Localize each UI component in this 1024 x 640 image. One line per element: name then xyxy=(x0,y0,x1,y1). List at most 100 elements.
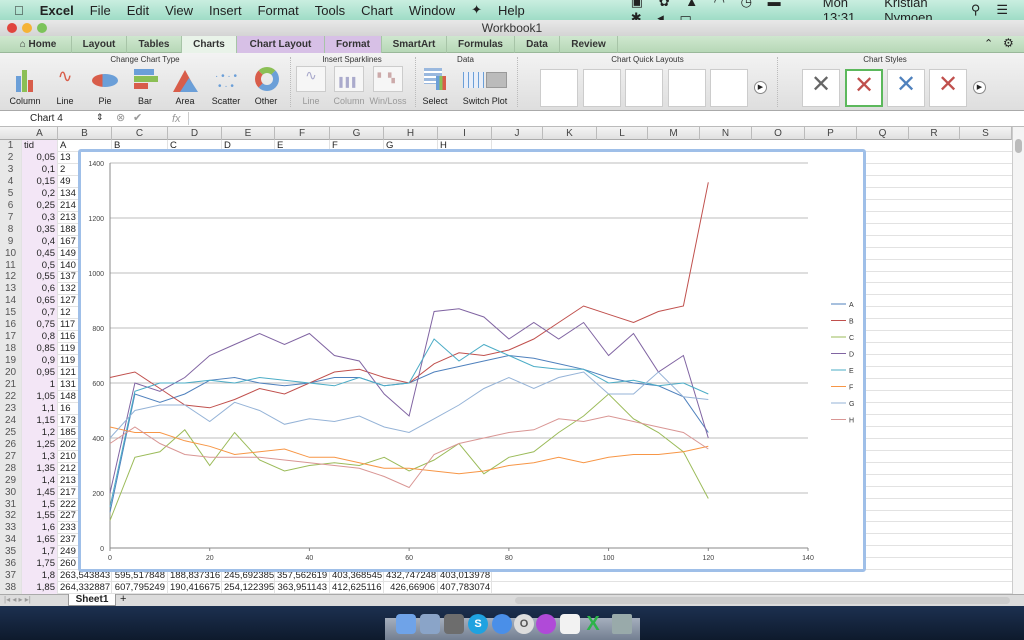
cell-tid[interactable]: 0,85 xyxy=(22,343,58,356)
select-data-button[interactable]: Select xyxy=(415,66,455,106)
sheet-tab-sheet1[interactable]: Sheet1 xyxy=(68,594,116,606)
name-box[interactable]: Chart 4 xyxy=(30,113,63,124)
scatter-chart-button[interactable]: · • · • • · • Scatter xyxy=(206,66,246,107)
column-header-C[interactable]: C xyxy=(112,127,168,140)
pie-chart-button[interactable]: Pie xyxy=(85,66,125,106)
row-header[interactable]: 38 xyxy=(0,582,22,594)
row-header[interactable]: 27 xyxy=(0,450,22,463)
cell-tid[interactable]: 1,55 xyxy=(22,510,58,523)
cell[interactable]: 264,332887 xyxy=(58,582,112,594)
cell-tid[interactable]: 1,25 xyxy=(22,438,58,451)
document-icon[interactable] xyxy=(560,614,580,634)
cell[interactable]: 1,8 xyxy=(22,570,58,583)
cell-tid[interactable]: 1,65 xyxy=(22,534,58,547)
row-header[interactable]: 37 xyxy=(0,570,22,583)
tab-format[interactable]: Format xyxy=(325,36,382,53)
column-header-P[interactable]: P xyxy=(805,127,857,140)
row-header[interactable]: 14 xyxy=(0,295,22,308)
chart-styles-next-button[interactable]: ▶ xyxy=(973,81,986,94)
cell-tid[interactable]: 1,05 xyxy=(22,390,58,403)
cell-tid[interactable]: 0,6 xyxy=(22,283,58,296)
switch-plot-button[interactable]: Switch Plot xyxy=(460,66,510,106)
cell-tid[interactable]: 1,6 xyxy=(22,522,58,535)
column-header-G[interactable]: G xyxy=(330,127,384,140)
row-header[interactable]: 7 xyxy=(0,211,22,224)
row-header[interactable]: 10 xyxy=(0,247,22,260)
row-header[interactable]: 31 xyxy=(0,498,22,511)
quick-layout-5[interactable] xyxy=(710,69,748,107)
cell-tid[interactable]: 1,35 xyxy=(22,462,58,475)
opera-icon[interactable]: O xyxy=(514,614,534,634)
finder-icon[interactable] xyxy=(396,614,416,634)
tab-smartart[interactable]: SmartArt xyxy=(382,36,447,53)
row-header[interactable]: 28 xyxy=(0,462,22,475)
cell-tid[interactable]: 0,75 xyxy=(22,319,58,332)
formula-input[interactable] xyxy=(188,112,1008,125)
other-chart-button[interactable]: Other xyxy=(246,66,286,106)
column-header-E[interactable]: E xyxy=(222,127,275,140)
column-header-M[interactable]: M xyxy=(648,127,700,140)
row-header[interactable]: 33 xyxy=(0,522,22,535)
fx-button[interactable]: fx xyxy=(172,113,181,125)
cell-tid[interactable]: 0,9 xyxy=(22,355,58,368)
row-header[interactable]: 13 xyxy=(0,283,22,296)
cell-tid[interactable]: 1,1 xyxy=(22,402,58,415)
row-header[interactable]: 6 xyxy=(0,199,22,212)
row-header[interactable]: 12 xyxy=(0,271,22,284)
confirm-icon[interactable]: ✔ xyxy=(133,111,142,124)
menu-chart[interactable]: Chart xyxy=(361,3,393,18)
cell-tid[interactable]: 0,7 xyxy=(22,307,58,320)
cell[interactable]: 407,783074 xyxy=(438,582,492,594)
row-header[interactable]: 16 xyxy=(0,319,22,332)
excel-icon[interactable]: X xyxy=(583,614,603,634)
chart-style-3[interactable]: ✕ xyxy=(887,69,925,107)
cell-tid[interactable]: 0,95 xyxy=(22,367,58,380)
row-header[interactable]: 3 xyxy=(0,163,22,176)
row-header[interactable]: 25 xyxy=(0,426,22,439)
column-header-J[interactable]: J xyxy=(492,127,543,140)
cell-tid[interactable]: 1,45 xyxy=(22,486,58,499)
cell-tid[interactable]: 0,5 xyxy=(22,259,58,272)
cancel-icon[interactable]: ⊗ xyxy=(116,111,125,124)
menu-help[interactable]: Help xyxy=(498,3,525,18)
row-header[interactable]: 34 xyxy=(0,534,22,547)
row-header[interactable]: 17 xyxy=(0,331,22,344)
notification-icon[interactable]: ☰ xyxy=(996,2,1008,18)
cell-tid[interactable]: 1,4 xyxy=(22,474,58,487)
collapse-ribbon-icon[interactable]: ⌃ xyxy=(984,37,993,50)
tab-formulas[interactable]: Formulas xyxy=(447,36,515,53)
row-header[interactable]: 29 xyxy=(0,474,22,487)
cell[interactable]: 1,85 xyxy=(22,582,58,594)
sheet-nav-buttons[interactable]: |◂ ◂ ▸ ▸| xyxy=(4,595,31,604)
tab-review[interactable]: Review xyxy=(560,36,618,53)
row-header[interactable]: 21 xyxy=(0,379,22,391)
menu-insert[interactable]: Insert xyxy=(209,3,242,18)
cell-tid[interactable]: 0,25 xyxy=(22,199,58,212)
row-header[interactable]: 30 xyxy=(0,486,22,499)
cell-tid[interactable]: 1,2 xyxy=(22,426,58,439)
column-header-H[interactable]: H xyxy=(384,127,438,140)
spotlight-icon[interactable]: ⚲ xyxy=(971,2,981,18)
quick-layout-3[interactable] xyxy=(625,69,663,107)
cell-tid[interactable]: 1 xyxy=(22,379,58,391)
row-header[interactable]: 35 xyxy=(0,546,22,559)
tab-charts[interactable]: Charts xyxy=(182,36,237,53)
photos-icon[interactable] xyxy=(444,614,464,634)
sparkline-winloss-button[interactable]: ▘▝▖ Win/Loss xyxy=(368,66,408,106)
row-header[interactable]: 4 xyxy=(0,175,22,188)
cell-tid[interactable]: 0,2 xyxy=(22,187,58,200)
column-header-O[interactable]: O xyxy=(752,127,805,140)
column-header-R[interactable]: R xyxy=(909,127,960,140)
quick-layout-4[interactable] xyxy=(668,69,706,107)
row-header[interactable]: 32 xyxy=(0,510,22,523)
menu-edit[interactable]: Edit xyxy=(127,3,149,18)
scroll-thumb[interactable] xyxy=(1015,139,1022,153)
script-icon[interactable]: ✦ xyxy=(471,2,482,18)
flower-app-icon[interactable] xyxy=(536,614,556,634)
menu-format[interactable]: Format xyxy=(258,3,299,18)
bar-chart-button[interactable]: Bar xyxy=(125,66,165,106)
tab-home[interactable]: ⌂ Home xyxy=(5,36,72,53)
menu-app[interactable]: Excel xyxy=(40,3,74,18)
row-header[interactable]: 24 xyxy=(0,414,22,427)
cell-tid[interactable]: 0,15 xyxy=(22,175,58,188)
